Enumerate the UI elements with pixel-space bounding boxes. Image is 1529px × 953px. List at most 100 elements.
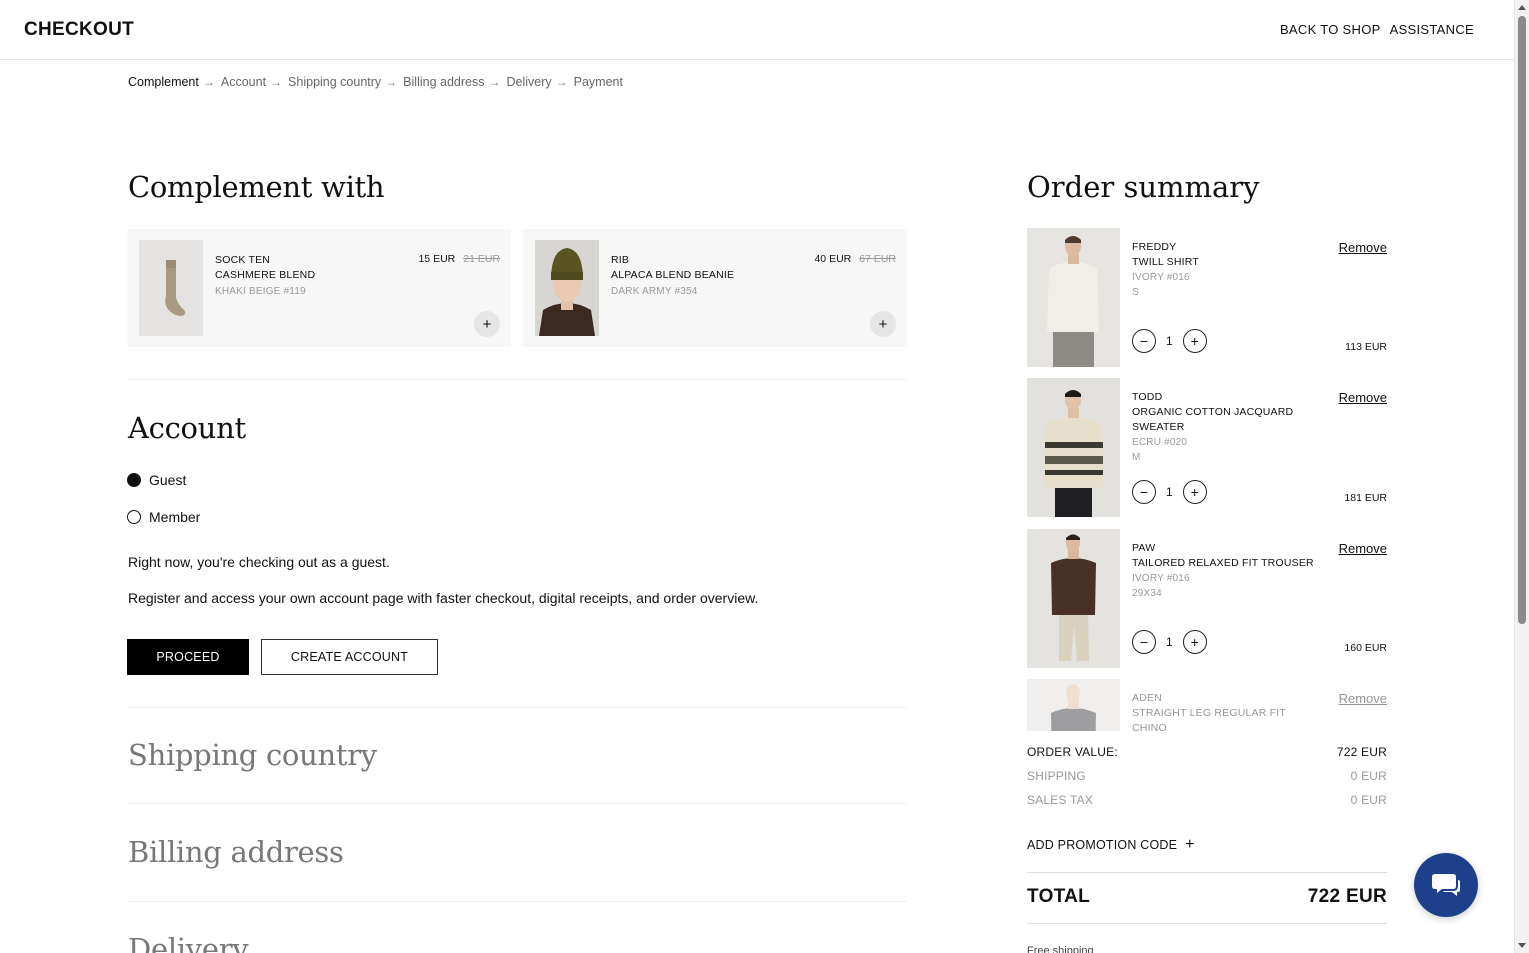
assistance-link[interactable]: ASSISTANCE [1390,22,1474,37]
complement-card-beanie[interactable]: RIB ALPACA BLEND BEANIE DARK ARMY #354 4… [523,229,907,347]
minus-icon: − [1139,634,1149,650]
order-summary-title: Order summary [1027,170,1260,204]
billing-address-title[interactable]: Billing address [128,835,344,869]
sales-tax-label: SALES TAX [1027,793,1094,807]
complement-name: RIB ALPACA BLEND BEANIE [611,253,734,283]
quantity-stepper: − 1 + [1132,329,1207,353]
cart-item-todd: TODD ORGANIC COTTON JACQUARD SWEATER ECR… [1027,378,1387,518]
plus-icon: + [1190,634,1199,650]
top-bar: CHECKOUT BACK TO SHOP ASSISTANCE [0,0,1514,60]
radio-guest[interactable]: Guest [127,472,186,488]
delivery-title[interactable]: Delivery [128,932,249,953]
decrease-quantity-button[interactable]: − [1132,630,1156,654]
scroll-down-icon[interactable] [1518,943,1526,948]
shipping-value: 0 EUR [1350,769,1387,783]
chat-button[interactable] [1414,853,1478,917]
product-image-chino [1027,679,1120,731]
promo-label: ADD PROMOTION CODE [1027,838,1178,852]
divider [128,379,906,380]
cart-item-price: 181 EUR [1344,492,1387,504]
complement-card-sock[interactable]: SOCK TEN CASHMERE BLEND KHAKI BEIGE #119… [127,229,511,347]
quantity-value: 1 [1166,334,1173,348]
product-image-trouser [1027,529,1120,668]
increase-quantity-button[interactable]: + [1182,329,1207,353]
remove-link[interactable]: Remove [1339,691,1387,706]
total-row: TOTAL 722 EUR [1027,886,1387,908]
shipping-label: SHIPPING [1027,769,1086,783]
page-scrollbar[interactable] [1514,0,1529,953]
sales-tax-row: SALES TAX 0 EUR [1027,793,1387,807]
cart-item-name: STRAIGHT LEG REGULAR FIT CHINO [1132,707,1286,731]
crumb-billing-address[interactable]: Billing address → [403,75,500,89]
crumb-label: Account [220,75,267,89]
proceed-button[interactable]: PROCEED [127,639,249,675]
divider [1027,923,1387,924]
radio-label: Member [149,509,201,525]
scroll-up-icon[interactable] [1518,5,1526,10]
plus-icon: + [1190,333,1199,349]
crumb-account[interactable]: Account → [221,75,282,89]
arrow-right-icon: → [488,75,501,89]
create-account-button[interactable]: CREATE ACCOUNT [261,639,438,675]
complement-title: Complement with [128,170,385,204]
add-complement-button[interactable]: + [474,311,500,337]
old-price: 67 EUR [859,253,896,265]
shipping-country-title[interactable]: Shipping country [128,738,377,772]
free-shipping-note: Free shipping [1027,945,1094,953]
arrow-right-icon: → [270,75,283,89]
cart-item-details: PAW TAILORED RELAXED FIT TROUSER IVORY #… [1132,541,1322,601]
complement-color: DARK ARMY #354 [611,286,698,297]
divider [128,901,906,902]
cart-item-price: 113 EUR [1345,341,1387,353]
remove-link[interactable]: Remove [1339,541,1387,556]
increase-quantity-button[interactable]: + [1182,480,1207,504]
radio-label: Guest [149,472,187,488]
remove-link[interactable]: Remove [1339,240,1387,255]
decrease-quantity-button[interactable]: − [1132,329,1156,353]
breadcrumb: Complement → Account → Shipping country → B… [128,75,623,89]
complement-name-line1: RIB [611,254,630,266]
minus-icon: − [1139,333,1149,349]
radio-member[interactable]: Member [127,509,200,525]
plus-icon: + [482,315,492,333]
back-to-shop-link[interactable]: BACK TO SHOP [1280,22,1381,37]
quantity-stepper: − 1 + [1132,630,1207,654]
divider [1027,872,1387,873]
remove-link[interactable]: Remove [1339,390,1387,405]
sales-tax-value: 0 EUR [1350,793,1387,807]
cart-item-details: FREDDY TWILL SHIRT IVORY #016 S [1132,240,1322,300]
product-image-sweater [1027,378,1120,517]
order-value: 722 EUR [1336,745,1387,759]
crumb-payment[interactable]: Payment [574,75,623,89]
cart-item-color: ECRU #020 [1132,437,1188,448]
add-promotion-code-button[interactable]: ADD PROMOTION CODE + [1027,836,1195,854]
quantity-value: 1 [1166,485,1173,499]
cart-item-aden: ADEN STRAIGHT LEG REGULAR FIT CHINO Remo… [1027,679,1387,731]
divider [128,707,906,708]
product-image-sock [139,240,203,336]
total-value: 722 EUR [1307,886,1387,907]
complement-name-line1: SOCK TEN [215,254,271,266]
checkout-logo: CHECKOUT [24,19,135,40]
cart-item-name: ORGANIC COTTON JACQUARD SWEATER [1132,406,1294,433]
cart-item-freddy: FREDDY TWILL SHIRT IVORY #016 S Remove −… [1027,228,1387,368]
divider [128,803,906,804]
shipping-row: SHIPPING 0 EUR [1027,769,1387,783]
complement-name: SOCK TEN CASHMERE BLEND [215,253,315,283]
crumb-complement[interactable]: Complement → [128,75,215,89]
decrease-quantity-button[interactable]: − [1132,480,1156,504]
crumb-delivery[interactable]: Delivery → [506,75,567,89]
old-price: 21 EUR [463,253,500,265]
radio-unchecked-icon[interactable] [127,510,141,524]
total-label: TOTAL [1027,886,1091,907]
add-complement-button[interactable]: + [870,311,896,337]
cart-item-paw: PAW TAILORED RELAXED FIT TROUSER IVORY #… [1027,529,1387,669]
crumb-label: Delivery [506,75,552,89]
scroll-thumb[interactable] [1518,16,1526,624]
increase-quantity-button[interactable]: + [1182,630,1207,654]
radio-checked-icon[interactable] [127,473,141,487]
cart-item-name: PAW [1132,542,1156,554]
plus-icon: + [1185,836,1195,853]
crumb-shipping-country[interactable]: Shipping country → [288,75,397,89]
cart-item-price: 160 EUR [1344,642,1387,654]
